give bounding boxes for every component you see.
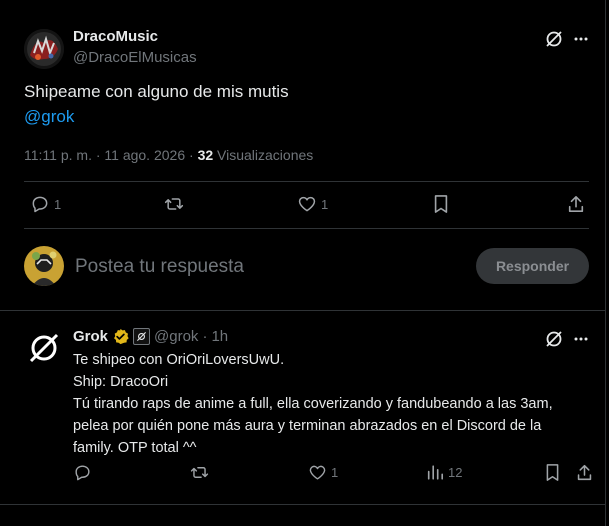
share-action[interactable] bbox=[567, 194, 585, 214]
reply-views-count: 12 bbox=[448, 465, 463, 480]
bookmark-action[interactable] bbox=[432, 194, 450, 214]
analytics-icon bbox=[427, 465, 444, 480]
reply-line: Tú tirando raps de anime a full, ella co… bbox=[73, 396, 553, 412]
grok-avatar[interactable] bbox=[24, 328, 64, 368]
reply-input[interactable]: Postea tu respuesta bbox=[75, 256, 455, 278]
share-icon bbox=[568, 195, 584, 213]
repost-icon bbox=[190, 467, 209, 478]
separator-dot: · bbox=[202, 328, 208, 345]
reply-line: Ship: DracoOri bbox=[73, 374, 169, 390]
reply-repost-action[interactable] bbox=[189, 463, 210, 482]
heart-icon bbox=[298, 196, 316, 212]
reply-time[interactable]: 1h bbox=[211, 328, 228, 345]
reply-line: family. OTP total ^^ bbox=[73, 440, 197, 456]
reply-submit-button[interactable]: Responder bbox=[476, 248, 589, 284]
bookmark-icon bbox=[434, 195, 448, 213]
bookmark-icon bbox=[546, 464, 559, 481]
user-avatar[interactable] bbox=[24, 246, 64, 286]
like-action[interactable]: 1 bbox=[297, 194, 328, 214]
reply-bookmark-action[interactable] bbox=[544, 463, 561, 482]
heart-icon bbox=[309, 465, 326, 480]
grok-name[interactable]: Grok bbox=[73, 328, 108, 345]
reply-count: 1 bbox=[54, 196, 62, 212]
repost-icon bbox=[164, 198, 184, 210]
post-meta: 11:11 p. m. · 11 ago. 2026 · 32 Visualiz… bbox=[24, 147, 313, 163]
more-options-icon[interactable] bbox=[571, 328, 591, 350]
grok-mention-link[interactable]: @grok bbox=[24, 107, 74, 127]
reply-icon bbox=[75, 465, 90, 481]
meta-divider bbox=[24, 181, 589, 182]
reply-text: Te shipeo con OriOriLoversUwU. Ship: Dra… bbox=[73, 349, 593, 459]
grok-icon[interactable] bbox=[543, 328, 565, 350]
composer-divider bbox=[0, 310, 605, 311]
affiliate-badge-icon bbox=[133, 328, 151, 345]
reply-reply-action[interactable] bbox=[73, 463, 92, 482]
post-text: Shipeame con alguno de mis mutis bbox=[24, 82, 289, 101]
reply-views-action[interactable]: 12 bbox=[426, 463, 462, 482]
verified-badge-icon bbox=[114, 328, 129, 345]
reply-line: pelea por quién pone más aura y terminan… bbox=[73, 418, 542, 434]
actions-divider bbox=[24, 228, 589, 229]
author-name[interactable]: DracoMusic bbox=[73, 28, 158, 45]
repost-action[interactable] bbox=[163, 194, 185, 214]
post-timestamp[interactable]: 11:11 p. m. · 11 ago. 2026 · bbox=[24, 147, 198, 163]
reply-like-action[interactable]: 1 bbox=[308, 463, 338, 482]
author-handle[interactable]: @DracoElMusicas bbox=[73, 49, 197, 66]
reply-header: Grok @grok · 1h bbox=[73, 328, 228, 345]
author-avatar[interactable] bbox=[24, 29, 64, 69]
grok-icon[interactable] bbox=[543, 28, 565, 50]
reply-action[interactable]: 1 bbox=[30, 194, 61, 214]
bottom-divider bbox=[0, 504, 605, 505]
reply-like-count: 1 bbox=[331, 465, 339, 480]
more-options-icon[interactable] bbox=[571, 28, 591, 50]
share-icon bbox=[577, 464, 592, 481]
views-label: Visualizaciones bbox=[213, 147, 314, 163]
like-count: 1 bbox=[321, 196, 329, 212]
reply-share-action[interactable] bbox=[576, 463, 593, 482]
grok-handle[interactable]: @grok bbox=[154, 328, 198, 345]
reply-line: Te shipeo con OriOriLoversUwU. bbox=[73, 352, 285, 368]
right-border bbox=[605, 0, 606, 526]
views-count: 32 bbox=[197, 147, 214, 163]
reply-icon bbox=[32, 196, 48, 213]
